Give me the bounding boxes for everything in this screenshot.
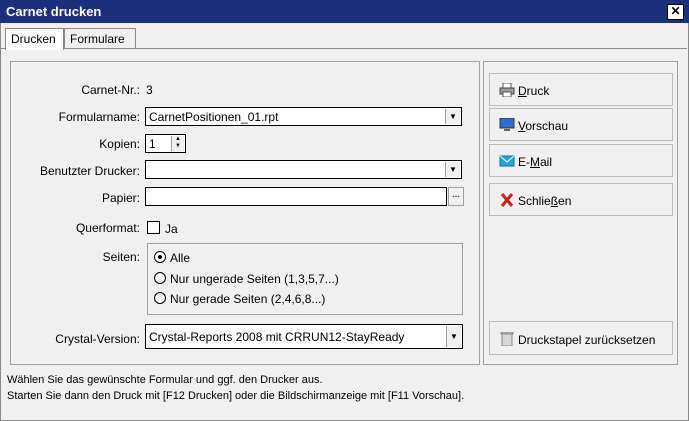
carnet-nr-value: 3 [146,83,153,97]
querformat-checkbox[interactable] [147,221,160,234]
window-title: Carnet drucken [6,4,102,19]
tab-formulare-label: Formulare [70,32,125,46]
crystal-version-value: Crystal-Reports 2008 mit CRRUN12-StayRea… [149,330,405,344]
spin-down-icon[interactable]: ▼ [172,143,184,150]
email-label-post: ail [540,155,553,169]
spin-buttons[interactable]: ▲ ▼ [171,136,184,151]
formularname-dropdown[interactable]: CarnetPositionen_01.rpt ▼ [145,107,462,126]
close-x-icon [500,193,514,207]
tab-formulare[interactable]: Formulare [64,28,136,49]
radio-alle-label[interactable]: Alle [170,251,190,265]
tab-drucken[interactable]: Drucken [5,28,64,50]
monitor-icon [499,118,515,131]
vorschau-label: orschau [525,119,569,133]
tab-drucken-label: Drucken [11,32,56,46]
papier-label: Papier: [101,191,140,205]
spin-up-icon[interactable]: ▲ [172,136,184,143]
schliessen-label-pre: Schlie [518,194,551,208]
radio-alle[interactable] [154,251,166,263]
trash-icon [500,332,514,346]
tab-divider [1,48,687,49]
email-button[interactable]: E-Mail [489,144,673,177]
carnet-nr-label: Carnet-Nr.: [81,83,140,97]
vorschau-button[interactable]: Vorschau [489,108,673,141]
schliessen-mnemonic: ß [550,194,559,208]
kopien-label: Kopien: [99,137,140,151]
radio-ungerade-label[interactable]: Nur ungerade Seiten (1,3,5,7...) [170,272,339,286]
radio-ungerade[interactable] [154,272,166,284]
radio-gerade-label[interactable]: Nur gerade Seiten (2,4,6,8...) [170,292,325,306]
druckstapel-reset-label: Druckstapel zurücksetzen [518,333,656,347]
querformat-label: Querformat: [75,221,140,235]
radio-gerade[interactable] [154,292,166,304]
kopien-stepper[interactable]: 1 ▲ ▼ [145,134,186,153]
drucker-label: Benutzter Drucker: [39,164,140,178]
close-icon[interactable]: ✕ [667,4,684,20]
status-line-1: Wählen Sie das gewünschte Formular und g… [7,374,323,386]
crystal-version-label: Crystal-Version: [55,332,140,346]
envelope-icon [499,155,515,167]
druckstapel-reset-button[interactable]: Druckstapel zurücksetzen [489,321,673,355]
status-line-2: Starten Sie dann den Druck mit [F12 Druc… [7,390,465,402]
printer-icon [499,83,515,97]
querformat-checkbox-label[interactable]: Ja [165,222,178,236]
druck-label: ruck [526,84,550,98]
druck-mnemonic: D [518,84,527,98]
formularname-value: CarnetPositionen_01.rpt [149,110,279,124]
title-bar: Carnet drucken ✕ [0,0,689,23]
kopien-value: 1 [149,137,156,151]
chevron-down-icon[interactable]: ▼ [446,326,461,347]
chevron-down-icon[interactable]: ▼ [445,109,460,124]
crystal-version-dropdown[interactable]: Crystal-Reports 2008 mit CRRUN12-StayRea… [145,324,463,349]
papier-browse-button[interactable]: ... [448,187,464,206]
email-mnemonic: M [530,155,540,169]
seiten-label: Seiten: [102,250,140,264]
schliessen-button[interactable]: Schließen [489,183,673,216]
schliessen-label-post: en [558,194,572,208]
formularname-label: Formularname: [58,110,140,124]
papier-input[interactable]: ... [145,187,464,206]
email-label-pre: E- [518,155,530,169]
chevron-down-icon[interactable]: ▼ [445,162,460,177]
druck-button[interactable]: Druck [489,73,673,106]
drucker-dropdown[interactable]: ▼ [145,160,462,179]
